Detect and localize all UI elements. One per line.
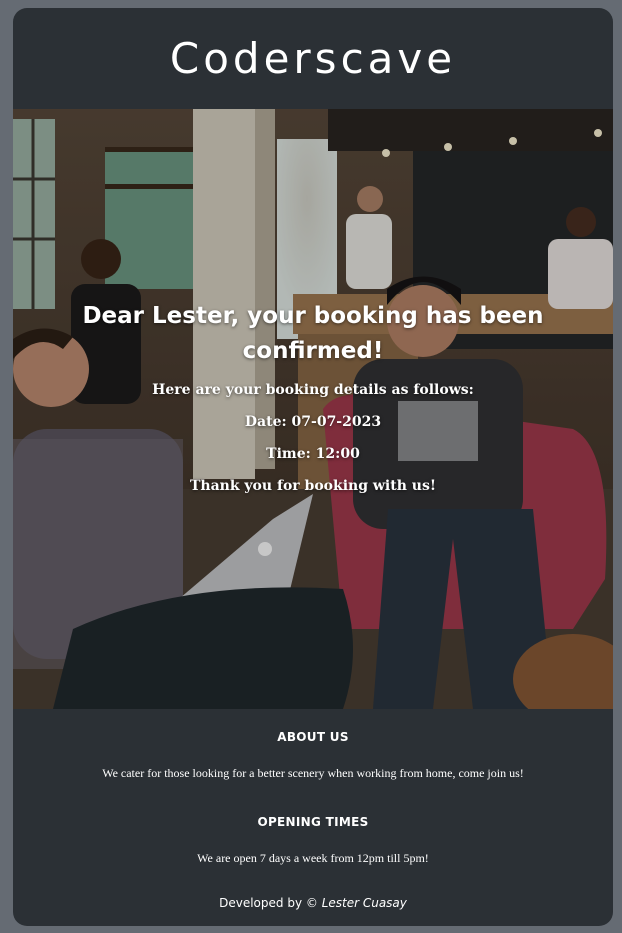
booking-time: Time: 12:00 (266, 446, 360, 462)
hero-section: Dear Lester, your booking has been confi… (13, 109, 613, 709)
hours-heading: OPENING TIMES (257, 815, 369, 829)
developer-credit: Developed by © Lester Cuasay (13, 896, 613, 910)
credit-prefix: Developed by © (219, 896, 318, 910)
hours-text: We are open 7 days a week from 12pm till… (197, 851, 429, 865)
booking-thanks: Thank you for booking with us! (190, 478, 436, 494)
about-heading: ABOUT US (277, 730, 349, 744)
footer: ABOUT US We cater for those looking for … (13, 709, 613, 926)
booking-date: Date: 07-07-2023 (244, 414, 382, 430)
booking-title: Dear Lester, your booking has been confi… (82, 303, 544, 364)
brand-title: Coderscave (169, 33, 457, 83)
credit-author: Lester Cuasay (321, 896, 407, 910)
email-card: Coderscave Dear Lester, your booking has… (13, 8, 613, 926)
booking-confirmation: Dear Lester, your booking has been confi… (13, 299, 613, 494)
booking-intro: Here are your booking details as follows… (152, 382, 474, 398)
brand-header: Coderscave (13, 8, 613, 108)
about-text: We cater for those looking for a better … (102, 766, 524, 780)
